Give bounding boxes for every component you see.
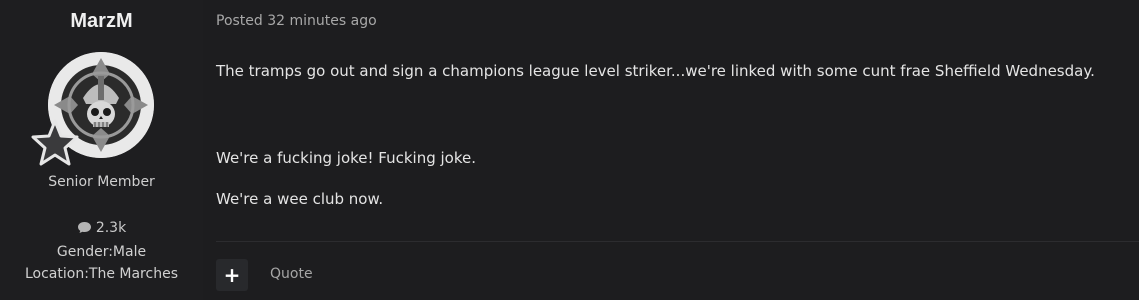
plus-icon: + xyxy=(223,263,241,287)
quote-button[interactable]: Quote xyxy=(270,266,313,282)
author-username[interactable]: MarzM xyxy=(0,10,203,33)
star-icon xyxy=(31,119,79,166)
author-panel: MarzM Senior Member 2.3k Gender:Male Loc… xyxy=(0,0,203,300)
member-role: Senior Member xyxy=(48,174,155,190)
posts-count-value: 2.3k xyxy=(95,220,127,236)
post-paragraph: We're a fucking joke! Fucking joke. xyxy=(216,149,476,167)
location-info: Location:The Marches xyxy=(24,266,178,282)
post-paragraph: We're a wee club now. xyxy=(216,190,384,208)
post-paragraph: The tramps go out and sign a champions l… xyxy=(216,62,1095,80)
speech-bubble-icon xyxy=(77,222,91,233)
posts-count: 2.3k xyxy=(0,220,203,236)
post-divider xyxy=(216,241,1139,242)
plus-icon-button[interactable]: + xyxy=(216,259,248,291)
post-timestamp[interactable]: Posted 32 minutes ago xyxy=(216,13,377,29)
post-content: Posted 32 minutes ago The tramps go out … xyxy=(203,0,1139,300)
gender-info: Gender:Male xyxy=(56,244,147,260)
